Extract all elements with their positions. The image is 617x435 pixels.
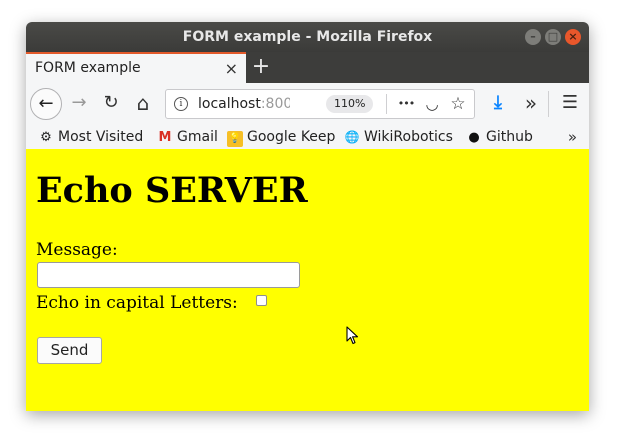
toolbar-overflow-icon[interactable]: » bbox=[520, 91, 542, 115]
bookmark-most-visited[interactable]: ⚙ Most Visited bbox=[38, 125, 143, 150]
message-input[interactable] bbox=[37, 262, 300, 288]
page-heading: Echo SERVER bbox=[36, 170, 308, 211]
capital-letters-label: Echo in capital Letters: bbox=[36, 293, 238, 313]
menu-icon[interactable]: ☰ bbox=[559, 91, 581, 115]
bookmark-label: Most Visited bbox=[58, 129, 144, 145]
url-separator bbox=[386, 94, 387, 114]
url-port: :800 bbox=[260, 96, 290, 112]
bookmark-google-keep[interactable]: 💡 Google Keep bbox=[227, 125, 335, 149]
back-button[interactable]: ← bbox=[30, 88, 62, 120]
bookmarks-overflow-icon[interactable]: » bbox=[568, 125, 577, 149]
close-window-button[interactable]: × bbox=[565, 29, 581, 45]
url-host: localhost bbox=[198, 96, 261, 112]
minimize-button[interactable]: – bbox=[525, 29, 541, 45]
title-bar: FORM example - Mozilla Firefox – □ × bbox=[26, 22, 589, 52]
navigation-toolbar: ← → ↻ ⌂ i localhost:800 110% ••• ◡ ☆ ⤓ »… bbox=[26, 83, 589, 125]
home-icon[interactable]: ⌂ bbox=[132, 91, 154, 115]
send-button[interactable]: Send bbox=[37, 337, 102, 364]
gmail-icon: M bbox=[158, 130, 172, 145]
bookmark-label: Github bbox=[486, 129, 533, 145]
gear-icon: ⚙ bbox=[40, 130, 52, 145]
browser-window: FORM example - Mozilla Firefox – □ × FOR… bbox=[26, 22, 589, 411]
reload-icon[interactable]: ↻ bbox=[100, 91, 122, 115]
globe-icon: 🌐 bbox=[344, 130, 360, 144]
bookmark-label: Google Keep bbox=[247, 129, 336, 145]
capital-letters-checkbox[interactable] bbox=[256, 295, 267, 306]
keep-icon: 💡 bbox=[227, 131, 243, 147]
bookmark-label: Gmail bbox=[177, 129, 218, 145]
message-label: Message: bbox=[36, 240, 118, 260]
forward-icon[interactable]: → bbox=[68, 91, 90, 115]
window-title: FORM example - Mozilla Firefox bbox=[182, 29, 433, 45]
toolbar-separator bbox=[548, 91, 549, 117]
url-bar[interactable]: i localhost:800 110% ••• ◡ ☆ bbox=[165, 89, 475, 119]
mouse-cursor-icon bbox=[346, 326, 359, 345]
tab-label: FORM example bbox=[35, 60, 141, 76]
bookmark-star-icon[interactable]: ☆ bbox=[448, 90, 468, 118]
bookmark-gmail[interactable]: M Gmail bbox=[157, 125, 218, 150]
bookmark-label: WikiRobotics bbox=[364, 129, 453, 145]
maximize-button[interactable]: □ bbox=[545, 29, 561, 45]
url-text[interactable]: localhost:800 bbox=[198, 90, 290, 118]
tab-strip: FORM example × + bbox=[26, 52, 589, 83]
new-tab-button[interactable]: + bbox=[246, 52, 276, 83]
zoom-level-badge[interactable]: 110% bbox=[326, 95, 374, 113]
window-controls: – □ × bbox=[525, 29, 581, 45]
pocket-icon[interactable]: ◡ bbox=[422, 90, 442, 118]
tab-form-example[interactable]: FORM example × bbox=[26, 52, 246, 83]
download-icon[interactable]: ⤓ bbox=[487, 91, 509, 115]
page-actions-icon[interactable]: ••• bbox=[396, 90, 416, 118]
github-icon: ● bbox=[468, 130, 480, 145]
info-icon[interactable]: i bbox=[174, 97, 188, 111]
bookmark-wikirobotics[interactable]: 🌐 WikiRobotics bbox=[344, 125, 453, 149]
page-content: Echo SERVER Message: Echo in capital Let… bbox=[26, 149, 589, 411]
bookmarks-toolbar: ⚙ Most Visited M Gmail 💡 Google Keep 🌐 WikiR… bbox=[26, 125, 589, 150]
bookmark-github[interactable]: ● Github bbox=[466, 125, 533, 150]
tab-close-icon[interactable]: × bbox=[225, 54, 238, 83]
